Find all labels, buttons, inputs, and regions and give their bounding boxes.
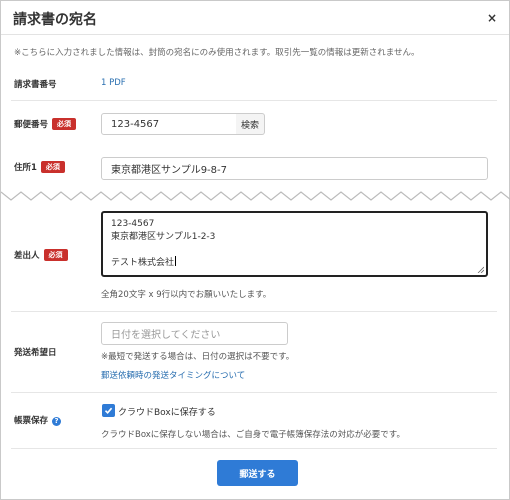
close-icon[interactable]: × — [487, 11, 497, 25]
resize-handle-icon[interactable] — [477, 266, 484, 273]
postal-code-label: 郵便番号 必須 — [14, 118, 77, 130]
sender-line — [111, 243, 478, 256]
shipping-timing-link[interactable]: 郵送依頼時の発送タイミングについて — [101, 369, 245, 381]
invoice-number-label: 請求書番号 — [14, 80, 57, 90]
sender-line: 123-4567 — [111, 219, 155, 229]
divider — [11, 448, 497, 449]
required-badge: 必須 — [43, 249, 68, 261]
sender-line: テスト株式会社 — [111, 257, 175, 268]
storage-label: 帳票保存? — [14, 414, 62, 426]
sender-label-text: 差出人 — [14, 251, 40, 261]
date-picker-input[interactable]: 日付を選択してください — [101, 322, 288, 345]
sender-hint: 全角20文字 x 9行以内でお願いいたします。 — [101, 290, 272, 300]
dialog-header: 請求書の宛名 × — [1, 1, 509, 35]
cloud-box-checkbox[interactable] — [102, 404, 115, 417]
content-break-zigzag — [1, 191, 510, 201]
mail-submit-button[interactable]: 郵送する — [217, 460, 298, 486]
checkmark-icon — [104, 407, 113, 414]
cloud-box-checkbox-label[interactable]: クラウドBoxに保存する — [118, 405, 216, 418]
sender-label: 差出人 必須 — [14, 249, 68, 261]
date-placeholder: 日付を選択してください — [111, 330, 221, 341]
storage-label-text: 帳票保存 — [14, 416, 49, 426]
address1-label-text: 住所1 — [14, 163, 37, 173]
address1-value: 東京都港区サンプル9-8-7 — [111, 165, 228, 176]
invoice-pdf-link[interactable]: 1 PDF — [101, 78, 126, 88]
date-hint: ※最短で発送する場合は、日付の選択は不要です。 — [101, 352, 295, 362]
desired-date-label: 発送希望日 — [14, 348, 57, 358]
invoice-address-dialog: 請求書の宛名 × ※こちらに入力されました情報は、封筒の宛名にのみ使用されます。… — [0, 0, 510, 500]
storage-hint: クラウドBoxに保存しない場合は、ご自身で電子帳簿保存法の対応が必要です。 — [101, 430, 405, 440]
sender-line-last: テスト株式会社 — [111, 255, 478, 269]
required-badge: 必須 — [52, 118, 77, 130]
info-icon[interactable]: ? — [52, 417, 62, 426]
address1-input[interactable]: 東京都港区サンプル9-8-7 — [101, 157, 488, 180]
address1-label: 住所1 必須 — [14, 161, 65, 173]
text-caret — [175, 255, 177, 266]
postal-code-label-text: 郵便番号 — [14, 120, 49, 130]
divider — [11, 100, 497, 101]
sender-line: 東京都港区サンプル1-2-3 — [111, 231, 216, 242]
required-badge: 必須 — [40, 161, 65, 173]
postal-code-input[interactable]: 123-4567 — [101, 113, 237, 135]
notice-text: ※こちらに入力されました情報は、封筒の宛名にのみ使用されます。取引先一覧の情報は… — [14, 48, 420, 58]
divider — [11, 392, 497, 393]
postal-search-button[interactable]: 検索 — [236, 113, 265, 135]
divider — [11, 311, 497, 312]
dialog-title: 請求書の宛名 — [13, 12, 97, 28]
sender-textarea[interactable]: 123-4567 東京都港区サンプル1-2-3 テスト株式会社 — [101, 211, 488, 277]
postal-code-value: 123-4567 — [111, 118, 160, 130]
